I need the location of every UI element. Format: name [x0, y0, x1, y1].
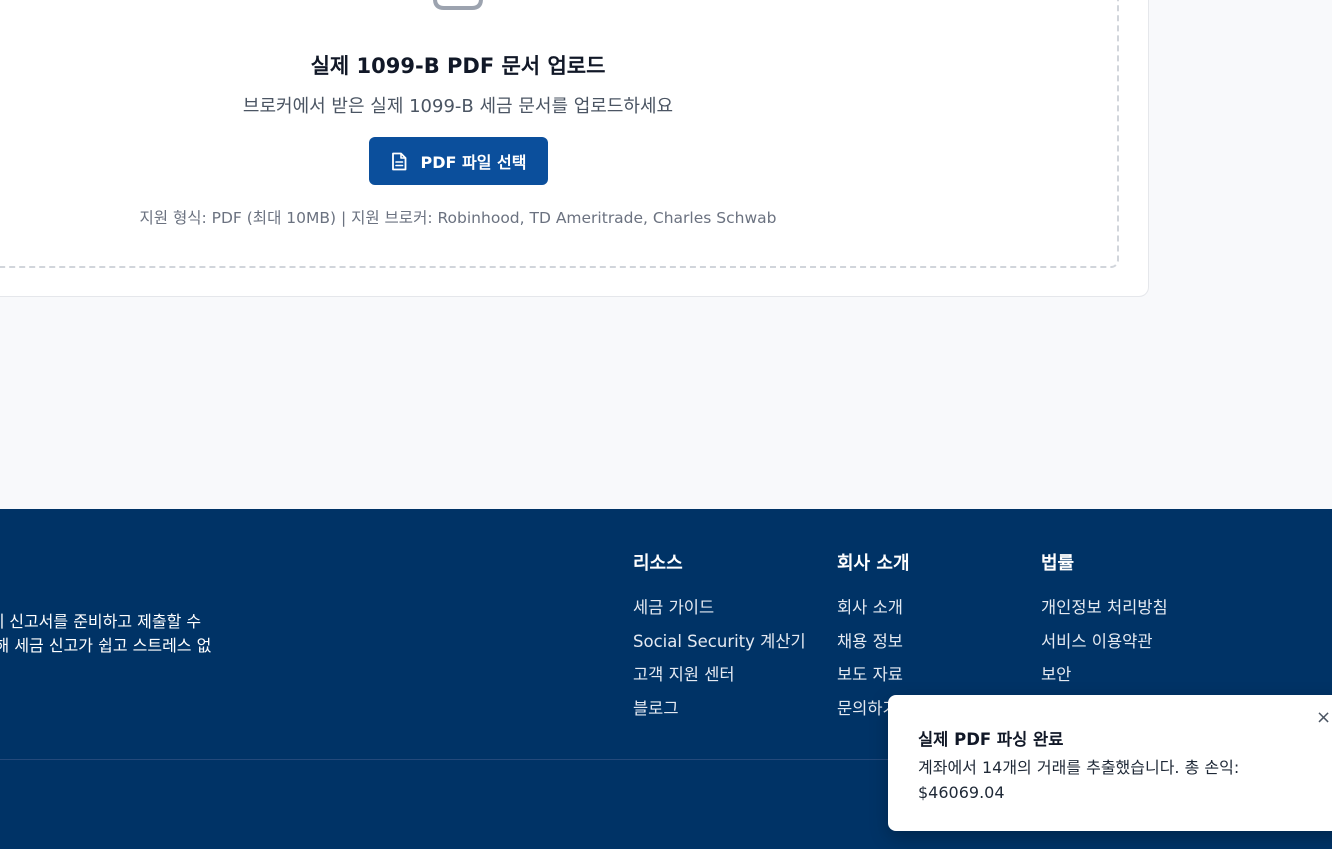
close-icon[interactable]: × [1316, 709, 1331, 727]
toast-title: 실제 PDF 파싱 완료 [918, 730, 1064, 749]
upload-title: 실제 1099-B PDF 문서 업로드 [310, 54, 606, 78]
footer-link-security[interactable]: 보안 [1041, 664, 1168, 687]
toast-message: 계좌에서 14개의 거래를 추출했습니다. 총 손익: $46069.04 [918, 758, 1240, 802]
footer-heading-resources: 리소스 [633, 553, 683, 574]
footer-column-legal: 법률 개인정보 처리방침 서비스 이용약관 보안 [1041, 549, 1168, 698]
footer-heading-legal: 법률 [1041, 553, 1075, 574]
footer-about-line: 을 통해 세금 신고가 쉽고 스트레스 없 [0, 636, 212, 655]
footer-link-support-center[interactable]: 고객 지원 센터 [633, 664, 806, 687]
supported-formats-text: 지원 형식: PDF (최대 10MB) | 지원 브로커: Robinhood… [139, 209, 777, 227]
footer-column-resources: 리소스 세금 가이드 Social Security 계산기 고객 지원 센터 … [633, 549, 806, 731]
footer-link-blog[interactable]: 블로그 [633, 698, 806, 721]
footer-about: 연방세 신고서를 준비하고 제출할 수 을 통해 세금 신고가 쉽고 스트레스 … [0, 610, 211, 658]
footer-link-ss-calculator[interactable]: Social Security 계산기 [633, 631, 806, 654]
footer-link-terms[interactable]: 서비스 이용약관 [1041, 631, 1168, 654]
select-pdf-button[interactable]: PDF 파일 선택 [369, 137, 548, 185]
footer-link-press[interactable]: 보도 자료 [837, 664, 910, 687]
footer-link-careers[interactable]: 채용 정보 [837, 631, 910, 654]
footer-about-line: 연방세 신고서를 준비하고 제출할 수 [0, 612, 202, 631]
footer-heading-company: 회사 소개 [837, 553, 910, 574]
footer-link-about[interactable]: 회사 소개 [837, 597, 910, 620]
toast-notification: 실제 PDF 파싱 완료 계좌에서 14개의 거래를 추출했습니다. 총 손익:… [888, 695, 1332, 831]
document-icon [391, 152, 406, 170]
select-pdf-button-label: PDF 파일 선택 [420, 153, 527, 172]
footer-link-privacy[interactable]: 개인정보 처리방침 [1041, 597, 1168, 620]
upload-subtitle: 브로커에서 받은 실제 1099-B 세금 문서를 업로드하세요 [242, 96, 674, 117]
upload-icon [433, 0, 483, 10]
footer-link-tax-guide[interactable]: 세금 가이드 [633, 597, 806, 620]
